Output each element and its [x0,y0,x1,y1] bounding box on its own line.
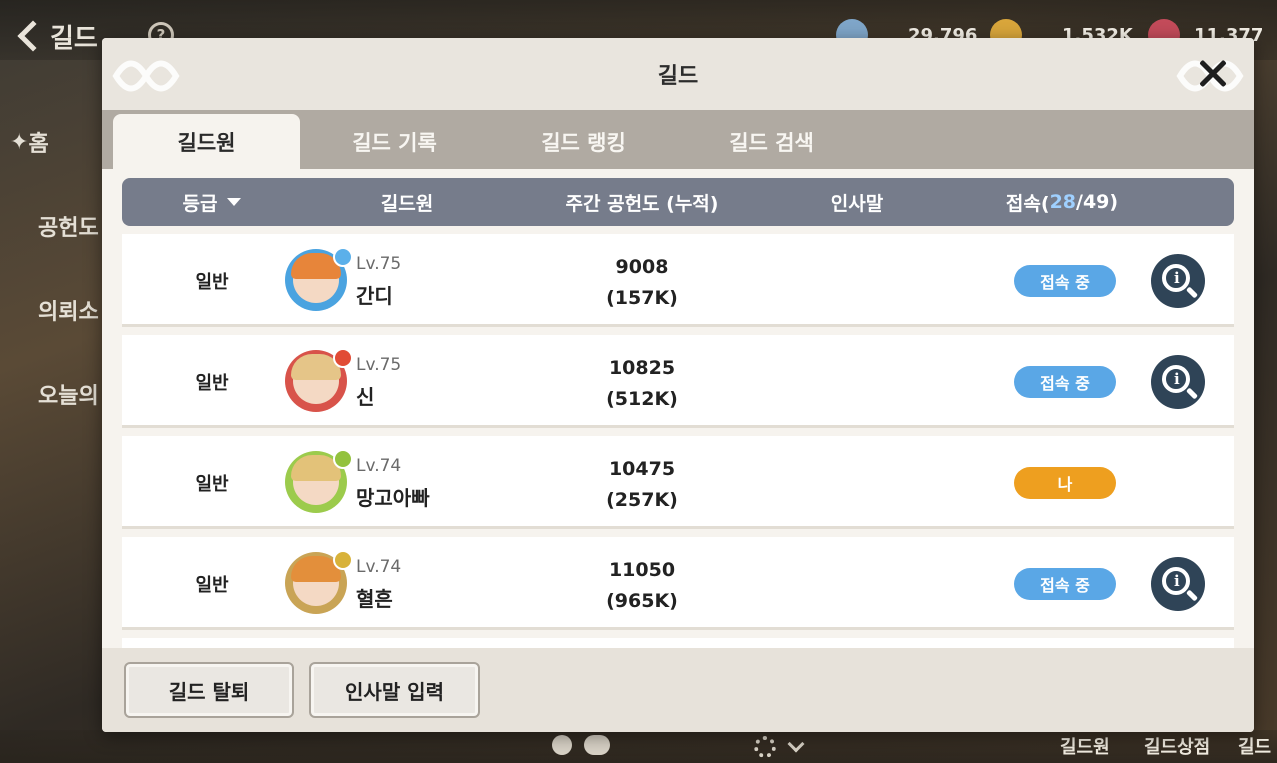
member-list[interactable]: 일반 Lv.75 간디 9008 (157K) 접속 중 i 일반 Lv.75 … [122,234,1234,648]
weekly-contribution: 11050 [608,559,676,581]
weekly-contribution: 10475 [608,458,676,480]
guild-modal: 길드 길드원 길드 기록 길드 랭킹 길드 검색 등급 길드원 주간 공헌도 (… [102,38,1254,732]
column-greeting: 인사말 [830,192,884,215]
member-level: Lv.75 [356,254,402,274]
bottom-tab-shop[interactable]: 길드상점 [1144,733,1210,759]
back-arrow-icon [17,20,49,52]
member-level: Lv.74 [356,456,402,476]
tab-bar: 길드원 길드 기록 길드 랭킹 길드 검색 [102,110,1254,169]
magnifier-handle [1185,286,1199,299]
status-badge: 접속 중 [1014,265,1116,297]
magnifier-handle [1185,387,1199,400]
element-icon [333,247,353,267]
side-item-contribution[interactable]: 공헌도 [0,184,110,268]
enter-greeting-button[interactable]: 인사말 입력 [309,662,480,718]
member-name: 혈흔 [356,587,393,611]
member-contribution: 9008 (157K) [562,252,722,314]
side-item-today[interactable]: 오늘의 [0,352,110,436]
side-item-label: 공헌도 [38,216,99,241]
member-info-button[interactable]: i [1151,557,1205,611]
modal-header: 길드 [102,38,1254,110]
member-rank: 일반 [195,473,229,495]
list-item: 일반 Lv.75 간디 9008 (157K) 접속 중 i [122,234,1234,327]
member-total: /49) [1076,191,1119,213]
member-contribution: 11050 (965K) [562,555,722,617]
bottom-tab-guild[interactable]: 길드 [1238,733,1271,759]
member-name: 신 [356,385,375,409]
connection-label: 접속( [1005,192,1050,215]
side-item-request[interactable]: 의뢰소 [0,268,110,352]
close-button[interactable] [1192,52,1234,94]
total-contribution: (512K) [606,388,678,410]
side-item-home[interactable]: ✦ 홈 [0,100,110,184]
column-contribution: 주간 공헌도 (누적) [565,192,719,215]
chat-icon[interactable] [584,735,610,755]
avatar [285,247,353,311]
tab-ranking[interactable]: 길드 랭킹 [490,114,677,169]
total-contribution: (157K) [606,287,678,309]
column-connection: 접속( 28 /49) [982,178,1142,226]
bottom-tab-members[interactable]: 길드원 [1060,733,1110,759]
tab-records[interactable]: 길드 기록 [301,114,488,169]
member-info-button[interactable]: i [1151,355,1205,409]
list-item [122,638,1234,648]
member-level: Lv.75 [356,355,402,375]
leave-guild-button[interactable]: 길드 탈퇴 [124,662,294,718]
info-glyph: i [1174,572,1180,590]
element-icon [333,550,353,570]
member-name: 간디 [356,284,393,308]
weekly-contribution: 9008 [615,256,669,278]
member-level: Lv.74 [356,557,402,577]
tab-search[interactable]: 길드 검색 [678,114,865,169]
element-icon [333,348,353,368]
side-item-label: 오늘의 [38,384,99,409]
caret-down-icon [227,198,242,206]
side-item-label: 홈 [28,132,49,157]
side-menu: ✦ 홈 공헌도 의뢰소 오늘의 [0,100,110,436]
modal-title: 길드 [657,64,699,89]
avatar [285,348,353,412]
column-member: 길드원 [380,192,434,215]
gear-icon[interactable] [754,736,776,758]
list-item: 일반 Lv.75 신 10825 (512K) 접속 중 i [122,335,1234,428]
back-label: 길드 [50,23,98,54]
element-icon [333,449,353,469]
weekly-contribution: 10825 [608,357,676,379]
status-badge: 접속 중 [1014,568,1116,600]
tab-members[interactable]: 길드원 [113,114,300,169]
column-rank: 등급 [182,192,218,215]
magnifier-handle [1185,589,1199,602]
member-rank: 일반 [195,574,229,596]
total-contribution: (965K) [606,590,678,612]
online-count: 28 [1049,191,1077,213]
modal-footer: 길드 탈퇴 인사말 입력 [102,648,1254,732]
sort-rank-button[interactable]: 등급 [162,178,262,226]
emote-icon[interactable] [552,735,572,755]
side-item-label: 의뢰소 [38,300,99,325]
list-item: 일반 Lv.74 혈흔 11050 (965K) 접속 중 i [122,537,1234,630]
member-contribution: 10825 (512K) [562,353,722,415]
table-header: 등급 길드원 주간 공헌도 (누적) 인사말 접속( 28 /49) [122,178,1234,226]
total-contribution: (257K) [606,489,678,511]
member-info-button[interactable]: i [1151,254,1205,308]
status-badge-me: 나 [1014,467,1116,499]
avatar [285,550,353,614]
avatar [285,449,353,513]
status-badge: 접속 중 [1014,366,1116,398]
member-name: 망고아빠 [356,486,430,510]
member-rank: 일반 [195,372,229,394]
member-rank: 일반 [195,271,229,293]
info-glyph: i [1174,269,1180,287]
back-button[interactable]: 길드 [14,16,114,56]
member-contribution: 10475 (257K) [562,454,722,516]
info-glyph: i [1174,370,1180,388]
list-item: 일반 Lv.74 망고아빠 10475 (257K) 나 [122,436,1234,529]
